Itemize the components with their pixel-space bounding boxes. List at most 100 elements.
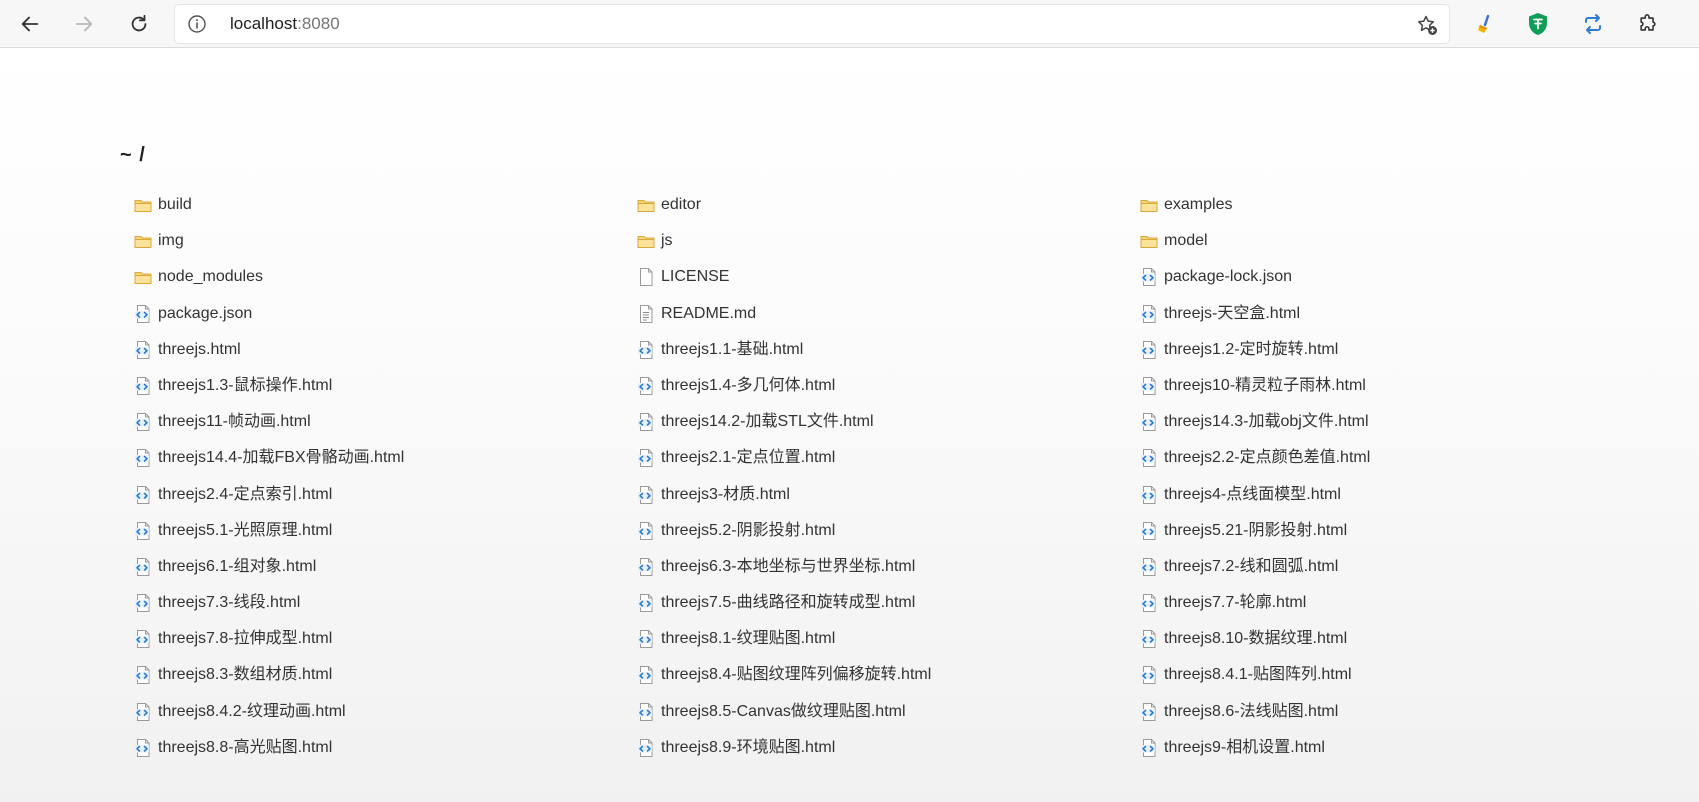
file-link[interactable]: threejs7.5-曲线路径和旋转成型.html <box>636 585 1139 621</box>
code-file-icon <box>638 666 653 685</box>
code-file-icon <box>638 413 653 432</box>
forward-button[interactable] <box>66 6 102 42</box>
file-link[interactable]: threejs14.4-加载FBX骨骼动画.html <box>133 440 636 476</box>
extensions-button[interactable] <box>1634 10 1662 38</box>
entry-name: threejs9-相机设置.html <box>1164 738 1325 756</box>
folder-link[interactable]: node_modules <box>133 259 636 295</box>
file-link[interactable]: threejs8.1-纹理贴图.html <box>636 621 1139 657</box>
folder-icon <box>637 200 655 212</box>
extension-sync-button[interactable] <box>1579 10 1607 38</box>
entry-name: threejs8.10-数据纹理.html <box>1164 630 1348 648</box>
entry-name: threejs7.3-线段.html <box>158 594 301 612</box>
file-link[interactable]: threejs8.9-环境贴图.html <box>636 730 1139 766</box>
folder-link[interactable]: examples <box>1139 187 1643 223</box>
address-bar[interactable]: localhost:8080 <box>175 5 1449 43</box>
file-link[interactable]: package-lock.json <box>1139 259 1643 295</box>
reload-button[interactable] <box>121 6 157 42</box>
extension-shield-button[interactable] <box>1524 10 1552 38</box>
file-link[interactable]: threejs8.3-数组材质.html <box>133 657 636 693</box>
browser-toolbar: localhost:8080 <box>0 0 1699 48</box>
code-file-icon <box>1141 630 1156 649</box>
file-link[interactable]: threejs8.6-法线贴图.html <box>1139 694 1643 730</box>
file-link[interactable]: threejs8.4.1-贴图阵列.html <box>1139 657 1643 693</box>
code-file-icon <box>135 413 150 432</box>
file-link[interactable]: README.md <box>636 296 1139 332</box>
arrow-left-icon <box>21 16 39 32</box>
entry-name: threejs7.5-曲线路径和旋转成型.html <box>661 594 916 612</box>
file-link[interactable]: threejs1.4-多几何体.html <box>636 368 1139 404</box>
folder-link[interactable]: img <box>133 223 636 259</box>
folder-link[interactable]: editor <box>636 187 1139 223</box>
info-icon[interactable] <box>187 14 207 34</box>
file-link[interactable]: threejs8.8-高光贴图.html <box>133 730 636 766</box>
code-file-icon <box>135 449 150 468</box>
folder-link[interactable]: js <box>636 223 1139 259</box>
entry-name: threejs8.3-数组材质.html <box>158 666 333 684</box>
entry-name: threejs8.5-Canvas做纹理贴图.html <box>661 702 906 720</box>
file-link[interactable]: threejs4-点线面模型.html <box>1139 477 1643 513</box>
file-link[interactable]: package.json <box>133 296 636 332</box>
folder-icon <box>134 272 152 285</box>
code-file-icon <box>638 340 653 359</box>
arrow-right-icon <box>75 16 93 32</box>
entry-name: threejs8.6-法线贴图.html <box>1164 702 1339 720</box>
file-link[interactable]: threejs3-材质.html <box>636 477 1139 513</box>
file-link[interactable]: threejs14.2-加载STL文件.html <box>636 404 1139 440</box>
file-link[interactable]: threejs6.1-组对象.html <box>133 549 636 585</box>
entry-name: threejs14.3-加载obj文件.html <box>1164 413 1369 431</box>
file-link[interactable]: threejs7.8-拉伸成型.html <box>133 621 636 657</box>
reload-icon <box>131 14 147 32</box>
breadcrumb: ~ / <box>120 144 146 166</box>
entry-name: threejs2.4-定点索引.html <box>158 485 333 503</box>
file-link[interactable]: threejs2.4-定点索引.html <box>133 477 636 513</box>
add-favorite-icon[interactable] <box>1415 13 1439 37</box>
folder-icon <box>134 236 152 249</box>
back-button[interactable] <box>12 6 48 42</box>
file-link[interactable]: threejs1.3-鼠标操作.html <box>133 368 636 404</box>
file-link[interactable]: threejs.html <box>133 332 636 368</box>
file-link[interactable]: threejs9-相机设置.html <box>1139 730 1643 766</box>
file-link[interactable]: threejs10-精灵粒子雨林.html <box>1139 368 1643 404</box>
entry-name: threejs11-帧动画.html <box>158 413 311 431</box>
code-file-icon <box>1141 666 1156 685</box>
file-link[interactable]: threejs7.2-线和圆弧.html <box>1139 549 1643 585</box>
puzzle-icon <box>1640 14 1656 31</box>
code-file-icon <box>135 340 150 359</box>
file-link[interactable]: LICENSE <box>636 259 1139 295</box>
entry-name: threejs1.2-定时旋转.html <box>1164 340 1339 358</box>
entry-name: threejs1.3-鼠标操作.html <box>158 376 333 394</box>
file-link[interactable]: threejs8.10-数据纹理.html <box>1139 621 1643 657</box>
entry-name: threejs.html <box>158 340 241 358</box>
file-link[interactable]: threejs14.3-加载obj文件.html <box>1139 404 1643 440</box>
code-file-icon <box>638 738 653 757</box>
entry-name: threejs6.1-组对象.html <box>158 557 317 575</box>
file-link[interactable]: threejs7.3-线段.html <box>133 585 636 621</box>
file-link[interactable]: threejs8.4.2-纹理动画.html <box>133 694 636 730</box>
code-file-icon <box>135 485 150 504</box>
file-link[interactable]: threejs5.1-光照原理.html <box>133 513 636 549</box>
file-link[interactable]: threejs6.3-本地坐标与世界坐标.html <box>636 549 1139 585</box>
file-link[interactable]: threejs5.21-阴影投射.html <box>1139 513 1643 549</box>
file-link[interactable]: threejs1.1-基础.html <box>636 332 1139 368</box>
extension-broom-button[interactable] <box>1471 10 1499 38</box>
file-link[interactable]: threejs1.2-定时旋转.html <box>1139 332 1643 368</box>
entry-name: threejs3-材质.html <box>661 485 790 503</box>
code-file-icon <box>1141 594 1156 613</box>
code-file-icon <box>1141 413 1156 432</box>
file-link[interactable]: threejs7.7-轮廓.html <box>1139 585 1643 621</box>
code-file-icon <box>135 304 150 323</box>
file-link[interactable]: threejs8.5-Canvas做纹理贴图.html <box>636 694 1139 730</box>
directory-listing-page: ~ / build editor examples img js model node_mo… <box>0 48 1699 802</box>
file-link[interactable]: threejs5.2-阴影投射.html <box>636 513 1139 549</box>
folder-link[interactable]: build <box>133 187 636 223</box>
code-file-icon <box>638 449 653 468</box>
folder-link[interactable]: model <box>1139 223 1643 259</box>
file-link[interactable]: threejs-天空盒.html <box>1139 296 1643 332</box>
file-link[interactable]: threejs2.1-定点位置.html <box>636 440 1139 476</box>
entry-name: threejs6.3-本地坐标与世界坐标.html <box>661 557 916 575</box>
file-link[interactable]: threejs8.4-贴图纹理阵列偏移旋转.html <box>636 657 1139 693</box>
file-link[interactable]: threejs2.2-定点颜色差值.html <box>1139 440 1643 476</box>
entry-name: build <box>158 196 192 213</box>
file-link[interactable]: threejs11-帧动画.html <box>133 404 636 440</box>
url-text[interactable]: localhost:8080 <box>230 5 340 43</box>
